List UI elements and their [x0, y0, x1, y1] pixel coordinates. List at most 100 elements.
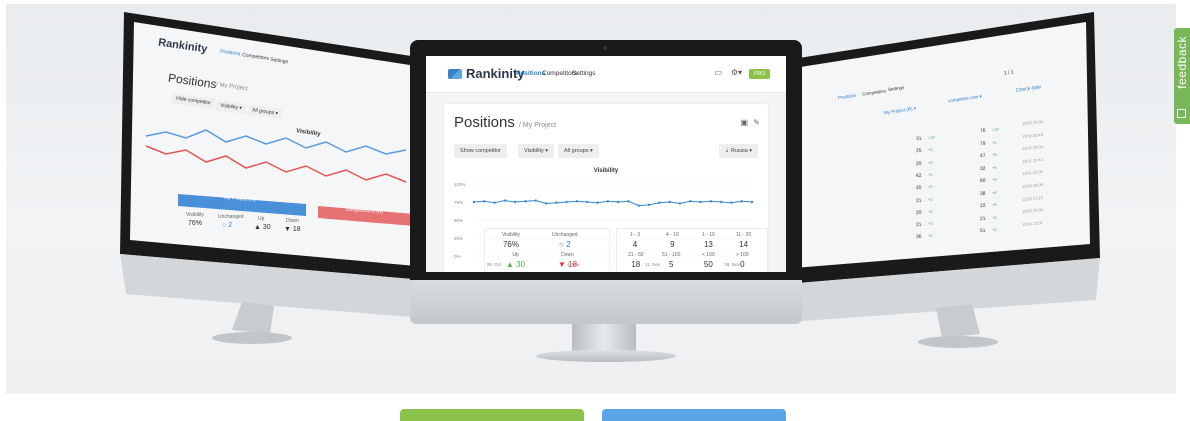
left-nav-settings[interactable]: Settings	[270, 57, 289, 65]
competitor-position: 21	[979, 215, 986, 222]
right-nav-competitors[interactable]: Competitors	[862, 88, 887, 96]
nav-settings[interactable]: Settings	[572, 70, 596, 77]
page-title: Positions / My Project	[454, 114, 556, 131]
left-project-tab[interactable]: My Project (R)	[224, 195, 256, 203]
stat-visibility-label: Visibility	[502, 232, 520, 238]
right-col-competitor[interactable]: competitor.com ▾	[948, 94, 983, 105]
data-point[interactable]	[586, 200, 589, 204]
export-icon[interactable]: ▣	[740, 118, 748, 127]
y-tick-label: 50%	[454, 218, 463, 223]
stat-range-4-10: 4 - 10 9	[666, 232, 679, 249]
data-point[interactable]	[647, 203, 651, 207]
data-point[interactable]	[668, 200, 671, 204]
data-point[interactable]	[513, 200, 517, 204]
check-date: 11/02 22:00	[1021, 181, 1044, 190]
right-check-date[interactable]: Check date	[1016, 84, 1042, 93]
project-position: 31	[915, 135, 922, 143]
competitor-delta: +9	[991, 201, 997, 208]
range-label: 4 - 10	[666, 232, 679, 238]
feedback-tab[interactable]: feedback	[1174, 28, 1190, 124]
range-label: < 100	[702, 252, 715, 258]
y-tick-label: 75%	[454, 200, 463, 205]
data-point[interactable]	[699, 200, 702, 204]
right-nav-settings[interactable]: Settings	[888, 85, 905, 92]
data-point[interactable]	[575, 200, 579, 203]
data-point[interactable]	[637, 204, 640, 207]
data-point[interactable]	[606, 200, 610, 203]
right-col-project[interactable]: My Project (R) ▾	[884, 106, 917, 116]
left-stat-visibility-value: 76%	[188, 220, 203, 227]
left-logo: Rankinity	[157, 36, 209, 56]
nav-positions[interactable]: Positions	[516, 70, 545, 77]
data-point[interactable]	[544, 202, 548, 205]
left-groups-select[interactable]: All groups ▾	[247, 104, 283, 120]
check-date: 11/01 20:04	[1021, 144, 1044, 152]
gear-icon[interactable]: ⚙▾	[731, 68, 742, 77]
left-nav-competitors[interactable]: Competitors	[242, 52, 270, 62]
left-stat-unchanged-value: ○ 2	[222, 222, 233, 229]
data-point[interactable]	[709, 200, 713, 203]
stat-range-51-100: 51 - 100 5	[662, 252, 680, 269]
stat-range-1-3: 1 - 3 4	[630, 232, 640, 249]
data-point[interactable]	[689, 200, 692, 203]
left-nav-positions[interactable]: Positions	[220, 49, 241, 58]
range-label: 1 - 10	[702, 232, 715, 238]
competitor-position: 22	[979, 202, 986, 210]
data-point[interactable]	[503, 199, 507, 202]
data-point[interactable]	[493, 201, 496, 204]
groups-select[interactable]: All groups ▾	[558, 144, 599, 158]
data-point[interactable]	[483, 200, 486, 203]
project-delta: +3	[927, 220, 933, 227]
primary-cta-button[interactable]	[400, 409, 584, 421]
left-hide-competitor-button[interactable]: Hide competitor	[171, 93, 216, 109]
right-nav-positions[interactable]: Positions	[838, 93, 857, 100]
data-point[interactable]	[596, 201, 599, 204]
data-point[interactable]	[750, 200, 754, 204]
competitor-delta: +2	[991, 226, 997, 233]
data-point[interactable]	[627, 200, 630, 203]
data-point[interactable]	[555, 201, 558, 204]
left-stat-down-label: Down	[286, 218, 299, 224]
engine-select[interactable]: ⇣ Russia ▾	[718, 144, 758, 158]
competitor-position: 76	[979, 127, 986, 135]
left-visibility-select[interactable]: Visibility ▾	[215, 99, 247, 115]
data-point[interactable]	[524, 200, 527, 203]
data-point[interactable]	[534, 199, 537, 202]
project-delta: +1	[927, 196, 933, 202]
data-point[interactable]	[472, 200, 476, 204]
project-delta: +3	[927, 183, 933, 190]
range-value: 50	[703, 260, 713, 269]
data-point[interactable]	[719, 200, 723, 204]
left-page-title: Positions	[167, 70, 218, 92]
positions-card: Positions / My Project ▣ ✎ Show competit…	[444, 104, 768, 272]
folder-icon[interactable]: ▭	[714, 68, 722, 77]
competitor-delta: +5	[991, 151, 997, 158]
check-date: 11/03 22:01	[1021, 219, 1044, 227]
stat-down-value: ▼ 18	[558, 260, 578, 269]
feedback-label: feedback	[1175, 36, 1189, 89]
hero-banner: Rankinity Positions Competitors Settings…	[6, 4, 1176, 394]
check-date: 11/02 17:23	[1021, 194, 1044, 202]
data-point[interactable]	[616, 200, 620, 204]
data-point[interactable]	[730, 201, 733, 204]
show-competitor-button[interactable]: Show competitor	[454, 144, 507, 158]
feedback-icon	[1177, 109, 1186, 118]
page-title-text: Positions	[454, 114, 515, 131]
competitor-position: 51	[979, 227, 986, 235]
data-point[interactable]	[740, 200, 743, 203]
left-screen-content: Rankinity Positions Competitors Settings…	[6, 4, 436, 394]
edit-icon[interactable]: ✎	[753, 118, 760, 127]
stat-up-label: Up	[512, 252, 519, 258]
project-delta: +1	[927, 171, 933, 178]
visibility-select[interactable]: Visibility ▾	[518, 144, 555, 158]
data-point[interactable]	[658, 201, 661, 204]
project-position: 21	[915, 197, 922, 204]
left-competitor-tab[interactable]: competitor.ru (R)	[346, 207, 384, 216]
stat-up: Up ▲ 30	[506, 252, 525, 269]
app-logo[interactable]: Rankinity	[448, 66, 525, 81]
stat-up-value: ▲ 30	[506, 260, 526, 269]
data-point[interactable]	[678, 202, 682, 205]
data-point[interactable]	[565, 200, 568, 204]
secondary-cta-button[interactable]	[602, 409, 786, 421]
check-date: 11/02 20:04	[1021, 118, 1044, 127]
